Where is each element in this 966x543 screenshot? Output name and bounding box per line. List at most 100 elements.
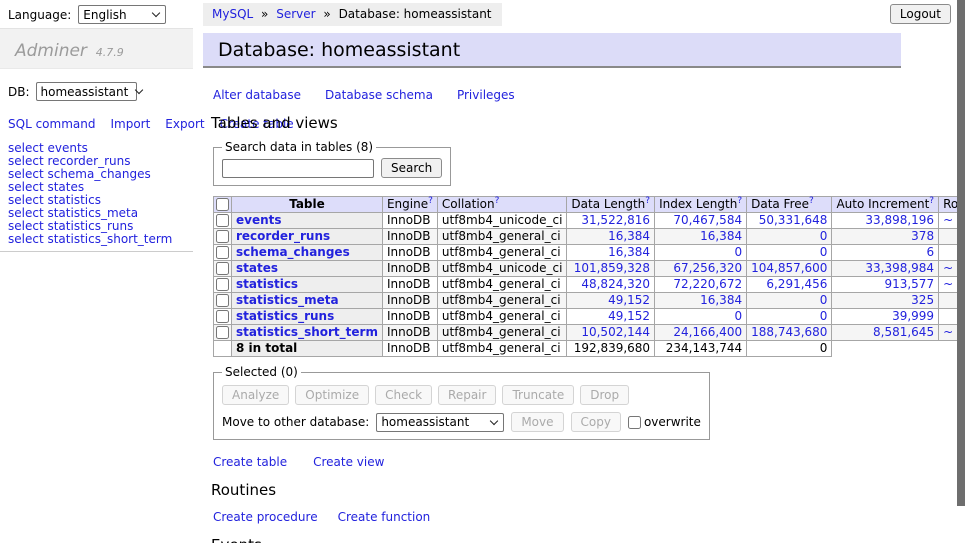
data-free-link[interactable]: 188,743,680 bbox=[751, 325, 827, 339]
table-name-link[interactable]: states bbox=[236, 261, 278, 275]
auto-increment-link[interactable]: 33,398,984 bbox=[865, 261, 934, 275]
overwrite-checkbox[interactable] bbox=[628, 416, 641, 429]
db-action-link[interactable]: Database schema bbox=[325, 88, 433, 102]
operation-button[interactable]: Drop bbox=[580, 385, 629, 405]
index-length-link[interactable]: 24,166,400 bbox=[673, 325, 742, 339]
row-checkbox[interactable] bbox=[216, 246, 229, 259]
data-free-link[interactable]: 0 bbox=[820, 293, 828, 307]
db-select[interactable]: homeassistant bbox=[36, 82, 137, 101]
table-name-link[interactable]: events bbox=[236, 213, 282, 227]
breadcrumb-current: Database: homeassistant bbox=[339, 7, 492, 21]
data-free-link[interactable]: 0 bbox=[820, 245, 828, 259]
data-length-link[interactable]: 16,384 bbox=[608, 229, 650, 243]
routines-heading: Routines bbox=[211, 481, 901, 499]
engine-cell: InnoDB bbox=[382, 277, 437, 293]
language-row: Language: English bbox=[8, 5, 166, 24]
table-row: states InnoDB utf8mb4_unicode_ci 101,859… bbox=[214, 261, 966, 277]
total-data-free: 0 bbox=[747, 341, 832, 357]
data-length-link[interactable]: 101,859,328 bbox=[574, 261, 650, 275]
auto-increment-link[interactable]: 325 bbox=[911, 293, 934, 307]
table-row: recorder_runs InnoDB utf8mb4_general_ci … bbox=[214, 229, 966, 245]
help-link[interactable]: ? bbox=[809, 196, 814, 206]
vertical-scrollbar[interactable] bbox=[957, 0, 966, 543]
row-checkbox[interactable] bbox=[216, 326, 229, 339]
data-free-link[interactable]: 104,857,600 bbox=[751, 261, 827, 275]
data-free-link[interactable]: 0 bbox=[820, 229, 828, 243]
copy-button[interactable]: Copy bbox=[571, 412, 621, 432]
auto-increment-link[interactable]: 913,577 bbox=[884, 277, 934, 291]
auto-increment-link[interactable]: 33,898,196 bbox=[865, 213, 934, 227]
language-select[interactable]: English bbox=[78, 5, 166, 24]
data-free-link[interactable]: 50,331,648 bbox=[759, 213, 828, 227]
index-length-link[interactable]: 0 bbox=[734, 245, 742, 259]
table-name-link[interactable]: statistics_short_term bbox=[236, 325, 378, 339]
total-data-length: 192,839,680 bbox=[567, 341, 655, 357]
table-name-link[interactable]: recorder_runs bbox=[236, 229, 330, 243]
auto-increment-link[interactable]: 6 bbox=[926, 245, 934, 259]
db-action-link[interactable]: Privileges bbox=[457, 88, 515, 102]
row-checkbox[interactable] bbox=[216, 262, 229, 275]
table-name-link[interactable]: statistics_meta bbox=[236, 293, 339, 307]
total-label: 8 in total bbox=[236, 341, 297, 355]
scrollbar-thumb[interactable] bbox=[957, 0, 965, 506]
data-length-link[interactable]: 49,152 bbox=[608, 293, 650, 307]
search-input[interactable] bbox=[222, 159, 374, 178]
help-link[interactable]: ? bbox=[645, 196, 650, 206]
create-link[interactable]: Create table bbox=[213, 455, 287, 469]
search-button[interactable]: Search bbox=[381, 158, 442, 178]
data-length-link[interactable]: 16,384 bbox=[608, 245, 650, 259]
row-checkbox[interactable] bbox=[216, 230, 229, 243]
tables-heading: Tables and views bbox=[211, 114, 901, 132]
help-link[interactable]: ? bbox=[428, 196, 433, 206]
move-database-select[interactable]: homeassistant bbox=[376, 413, 504, 432]
index-length-link[interactable]: 0 bbox=[734, 309, 742, 323]
create-link[interactable]: Create view bbox=[313, 455, 384, 469]
move-button[interactable]: Move bbox=[511, 412, 563, 432]
move-row: Move to other database: homeassistant Mo… bbox=[222, 412, 701, 432]
operation-button[interactable]: Check bbox=[375, 385, 432, 405]
auto-increment-link[interactable]: 8,581,645 bbox=[873, 325, 934, 339]
logout-button[interactable]: Logout bbox=[890, 4, 951, 24]
auto-increment-link[interactable]: 39,999 bbox=[892, 309, 934, 323]
data-length-link[interactable]: 10,502,144 bbox=[581, 325, 650, 339]
help-link[interactable]: ? bbox=[929, 196, 934, 206]
page-title: Database: homeassistant bbox=[218, 41, 901, 60]
table-name-link[interactable]: statistics_runs bbox=[236, 309, 334, 323]
sidebar-action-link[interactable]: Export bbox=[165, 117, 204, 131]
collation-cell: utf8mb4_unicode_ci bbox=[437, 213, 567, 229]
operation-button[interactable]: Truncate bbox=[502, 385, 574, 405]
breadcrumb-link-mysql[interactable]: MySQL bbox=[212, 7, 253, 21]
data-length-link[interactable]: 31,522,816 bbox=[581, 213, 650, 227]
help-link[interactable]: ? bbox=[495, 196, 500, 206]
row-checkbox[interactable] bbox=[216, 214, 229, 227]
sidebar-action-link[interactable]: Import bbox=[110, 117, 150, 131]
table-select-link[interactable]: select statistics_short_term bbox=[8, 233, 193, 246]
index-length-link[interactable]: 70,467,584 bbox=[673, 213, 742, 227]
index-length-link[interactable]: 16,384 bbox=[700, 293, 742, 307]
row-checkbox[interactable] bbox=[216, 294, 229, 307]
help-link[interactable]: ? bbox=[737, 196, 742, 206]
auto-increment-link[interactable]: 378 bbox=[911, 229, 934, 243]
operation-button[interactable]: Analyze bbox=[222, 385, 289, 405]
row-checkbox[interactable] bbox=[216, 278, 229, 291]
data-length-link[interactable]: 49,152 bbox=[608, 309, 650, 323]
routine-create-link[interactable]: Create procedure bbox=[213, 510, 318, 524]
index-length-link[interactable]: 16,384 bbox=[700, 229, 742, 243]
data-free-link[interactable]: 0 bbox=[820, 309, 828, 323]
operation-button[interactable]: Repair bbox=[438, 385, 496, 405]
routine-create-link[interactable]: Create function bbox=[338, 510, 431, 524]
breadcrumb-link-server[interactable]: Server bbox=[276, 7, 315, 21]
row-checkbox[interactable] bbox=[216, 310, 229, 323]
language-label: Language: bbox=[8, 8, 71, 22]
data-free-link[interactable]: 6,291,456 bbox=[766, 277, 827, 291]
table-name-link[interactable]: statistics bbox=[236, 277, 298, 291]
select-all-checkbox[interactable] bbox=[216, 198, 229, 211]
table-name-link[interactable]: schema_changes bbox=[236, 245, 350, 259]
operation-button[interactable]: Optimize bbox=[295, 385, 369, 405]
index-length-link[interactable]: 67,256,320 bbox=[673, 261, 742, 275]
col-header-data-free: Data Free? bbox=[747, 197, 832, 213]
sidebar-action-link[interactable]: SQL command bbox=[8, 117, 95, 131]
db-action-link[interactable]: Alter database bbox=[213, 88, 301, 102]
data-length-link[interactable]: 48,824,320 bbox=[581, 277, 650, 291]
index-length-link[interactable]: 72,220,672 bbox=[673, 277, 742, 291]
